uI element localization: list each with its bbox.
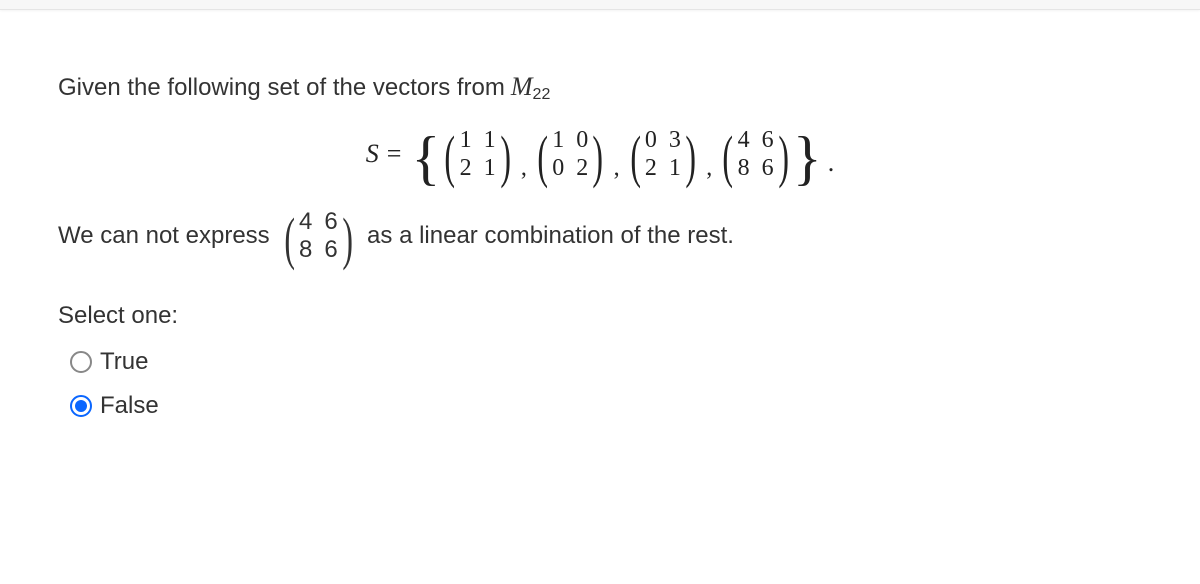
matrix-cell: 0 [576,128,588,152]
matrix-cell: 2 [460,156,472,180]
question-card: Given the following set of the vectors f… [28,38,1172,450]
set-matrix-1: (1121) [440,126,515,182]
matrix-set: (1121),(1002),(0321),(4686) [440,126,793,182]
matrix-cell: 1 [484,156,496,180]
matrix-cell: 4 [738,128,750,152]
matrix-cell: 6 [324,210,337,234]
space-symbol-letter: M [511,72,533,101]
option-true[interactable]: True [70,348,1142,376]
matrix-cell: 1 [484,128,496,152]
matrix-cell: 0 [552,156,564,180]
claim-line: We can not express (4686) as a linear co… [58,208,1142,264]
radio-icon[interactable] [70,395,92,417]
matrix-cell: 6 [324,238,337,262]
matrix-cell: 2 [576,156,588,180]
set-equation: S = { (1121),(1002),(0321),(4686) } . [58,126,1142,182]
matrix-cell: 8 [738,156,750,180]
space-symbol: M22 [511,72,550,102]
matrix-cell: 6 [762,156,774,180]
option-false[interactable]: False [70,392,1142,420]
matrix-grid: 4686 [299,208,338,264]
claim-suffix: as a linear combination of the rest. [367,222,734,250]
matrix-cell: 3 [669,128,681,152]
options-group: True False [58,348,1142,420]
equals-sign: = [387,139,402,169]
set-matrix-2: (1002) [533,126,608,182]
radio-icon[interactable] [70,351,92,373]
matrix-cell: 0 [645,128,657,152]
matrix-cell: 4 [299,210,312,234]
option-label: True [100,348,148,376]
set-symbol: S [366,139,379,169]
claim-matrix: (4686) [280,208,357,264]
space-symbol-subscript: 22 [533,86,551,103]
select-one-label: Select one: [58,302,1142,330]
matrix-separator: , [706,155,712,182]
set-matrix-3: (0321) [626,126,701,182]
option-label: False [100,392,159,420]
matrix-cell: 1 [552,128,564,152]
page-root: Given the following set of the vectors f… [0,0,1200,584]
matrix-separator: , [614,155,620,182]
matrix-grid: 1121 [460,126,496,182]
matrix-cell: 1 [669,156,681,180]
matrix-separator: , [521,155,527,182]
set-matrix-4: (4686) [718,126,793,182]
matrix-cell: 6 [762,128,774,152]
claim-prefix: We can not express [58,222,270,250]
radio-dot-icon [75,400,87,412]
question-intro-line: Given the following set of the vectors f… [58,72,1142,102]
set-lhs: S = [366,139,402,169]
window-topbar [0,0,1200,10]
matrix-grid: 0321 [645,126,681,182]
matrix-cell: 2 [645,156,657,180]
matrix-grid: 1002 [552,126,588,182]
intro-text: Given the following set of the vectors f… [58,74,505,102]
matrix-cell: 8 [299,238,312,262]
matrix-cell: 1 [460,128,472,152]
trailing-period: . [828,148,835,178]
matrix-grid: 4686 [738,126,774,182]
